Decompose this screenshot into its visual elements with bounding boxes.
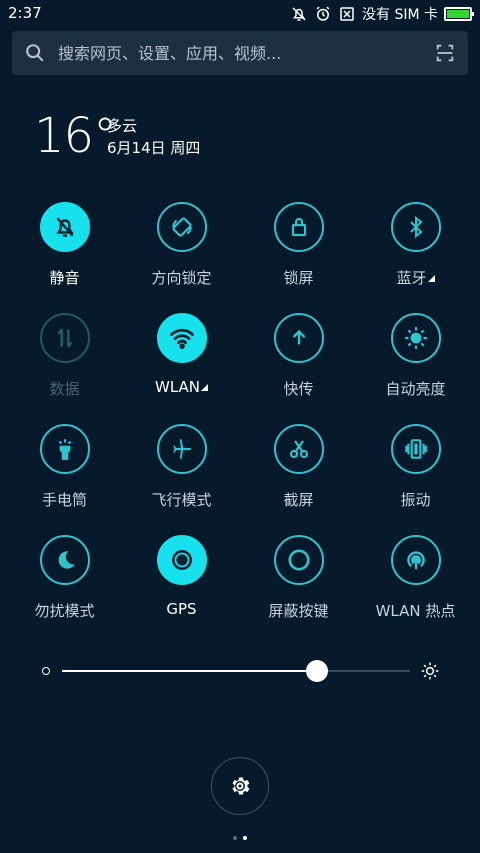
control-center: 2:37 没有 SIM 卡 搜索网页、设置、应用、视频... 16° 多云 6月… [0,0,480,853]
sim-status-text: 没有 SIM 卡 [362,7,438,23]
brightness-track[interactable] [62,660,410,682]
toggle-gps[interactable]: GPS [123,535,240,635]
toggle-mute-button[interactable] [39,202,90,252]
toggle-bluetooth-label: 蓝牙 [396,267,435,288]
toggle-airplane-button[interactable] [156,424,207,474]
brightness-fill [62,670,318,672]
toggle-rotation-lock-button[interactable] [156,202,207,252]
battery-icon [444,7,474,21]
toggle-hotspot[interactable]: WLAN 热点 [357,535,474,635]
toggle-lock-screen[interactable]: 锁屏 [240,202,357,302]
toggle-block-keys-label: 屏蔽按键 [268,602,329,620]
battery-fill [447,10,469,18]
toggle-block-keys[interactable]: 屏蔽按键 [240,535,357,635]
scissors-icon [289,440,308,459]
status-icons: 没有 SIM 卡 [290,4,474,24]
gps-icon [171,550,192,570]
toggle-mute[interactable]: 静音 [6,202,123,302]
toggle-block-keys-button[interactable] [273,535,324,585]
toggle-rotation-lock-label: 方向锁定 [151,269,212,287]
weather-date: 6月14日 周四 [107,139,201,157]
arrow-up-icon [292,329,305,345]
toggle-flashlight-label: 手电筒 [41,491,87,509]
toggle-dnd[interactable]: 勿扰模式 [6,535,123,635]
toggle-data[interactable]: 数据 [6,313,123,413]
search-input[interactable] [56,42,434,64]
toggle-data-button[interactable] [39,313,90,363]
toggle-vibrate-button[interactable] [390,424,441,474]
toggle-dnd-button[interactable] [39,535,90,585]
toggle-gps-button[interactable] [156,535,207,585]
auto-brightness-icon [404,327,427,349]
more-options-indicator [201,384,208,391]
toggle-hotspot-button[interactable] [390,535,441,585]
toggle-wlan-button[interactable] [156,313,207,363]
lock-icon [291,217,306,237]
page-dot [233,836,237,840]
weather-condition: 多云 [107,117,138,135]
flashlight-icon [58,439,71,460]
toggle-data-label: 数据 [49,380,80,398]
scan-icon[interactable] [434,42,456,64]
toggle-wlan[interactable]: WLAN [123,313,240,413]
toggle-rotation-lock[interactable]: 方向锁定 [123,202,240,302]
toggle-airplane-label: 飞行模式 [151,491,212,509]
search-icon [26,44,44,62]
toggle-bluetooth[interactable]: 蓝牙 [357,202,474,302]
toggle-airplane[interactable]: 飞行模式 [123,424,240,524]
brightness-thumb[interactable] [306,660,329,682]
toggle-lock-screen-button[interactable] [273,202,324,252]
toggle-bluetooth-button[interactable] [390,202,441,252]
toggle-screenshot-label: 截屏 [283,491,314,509]
data-icon [56,328,73,348]
wifi-icon [169,328,194,349]
status-time: 2:37 [8,4,42,22]
search-bar[interactable] [12,31,468,75]
toggle-quick-transfer[interactable]: 快传 [240,313,357,413]
toggle-quick-transfer-button[interactable] [273,313,324,363]
brightness-low-icon [42,667,50,675]
brightness-slider[interactable] [40,658,440,684]
toggle-auto-brightness[interactable]: 自动亮度 [357,313,474,413]
moon-icon [58,551,75,569]
rotation-lock-icon [171,217,192,237]
toggle-screenshot[interactable]: 截屏 [240,424,357,524]
status-bar: 2:37 没有 SIM 卡 [0,0,480,28]
mute-bell-icon [290,5,308,23]
hotspot-icon [406,551,425,570]
toggle-lock-screen-label: 锁屏 [283,269,314,287]
toggle-auto-brightness-button[interactable] [390,313,441,363]
weather-temperature[interactable]: 16° [34,108,117,164]
no-sim-icon [338,5,356,23]
toggle-gps-label: GPS [166,600,197,618]
mute-bell-icon [55,217,74,237]
alarm-icon [314,5,332,23]
brightness-high-icon [421,662,439,680]
toggle-dnd-label: 勿扰模式 [34,602,95,620]
toggle-wlan-label: WLAN [155,378,208,396]
toggle-hotspot-label: WLAN 热点 [375,602,456,620]
toggle-flashlight-button[interactable] [39,424,90,474]
more-options-indicator [427,275,435,282]
settings-button[interactable] [211,757,269,815]
toggle-vibrate[interactable]: 振动 [357,424,474,524]
toggle-auto-brightness-label: 自动亮度 [385,380,446,398]
toggle-quick-transfer-label: 快传 [283,380,314,398]
toggle-flashlight[interactable]: 手电筒 [6,424,123,524]
toggle-screenshot-button[interactable] [273,424,324,474]
vibrate-icon [404,439,427,459]
airplane-icon [172,439,191,459]
bluetooth-icon [409,215,422,239]
circle-icon [287,549,310,571]
toggle-mute-label: 静音 [49,269,80,287]
toggle-vibrate-label: 振动 [400,491,431,509]
page-indicator [0,836,480,840]
gear-icon [232,777,250,795]
page-dot-active [243,836,247,840]
